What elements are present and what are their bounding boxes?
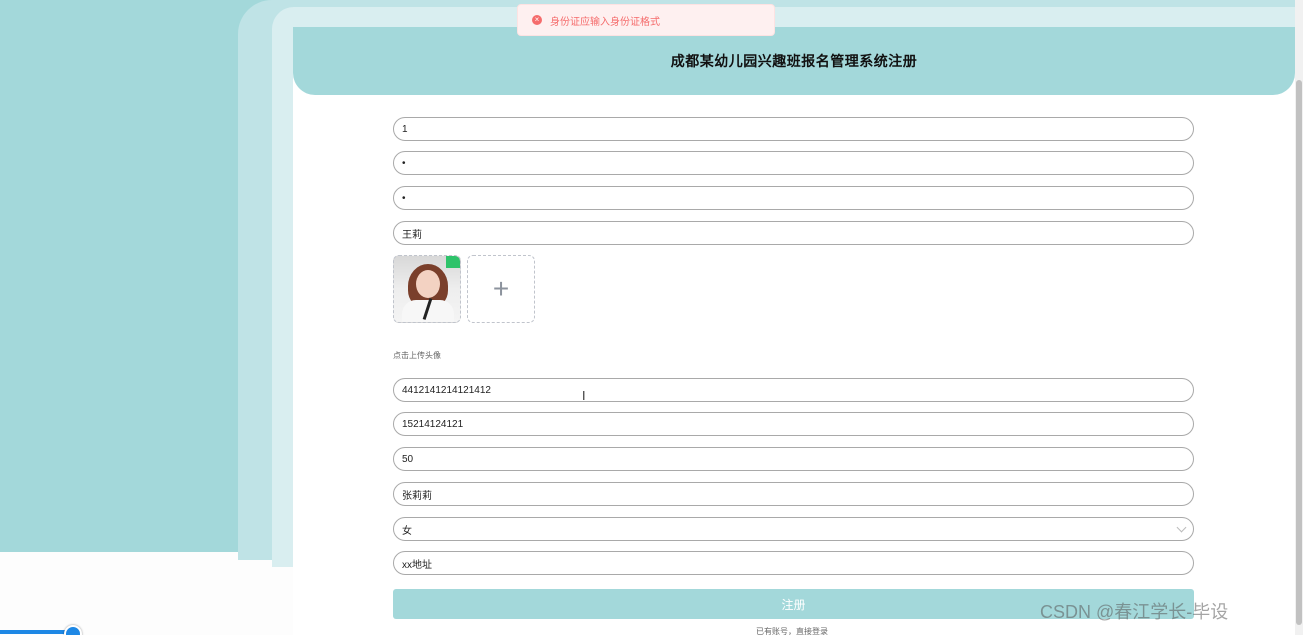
account-value: 1 bbox=[402, 123, 408, 135]
page: 成都某幼儿园兴趣班报名管理系统注册 × 身份证应输入身份证格式 1 • • 王莉… bbox=[0, 0, 1303, 635]
watermark: CSDN @春江学长-毕设 bbox=[1040, 602, 1229, 622]
avatar-bg-accent bbox=[446, 256, 460, 268]
child-name-value: 张莉莉 bbox=[402, 490, 432, 502]
confirm-password-input[interactable]: • bbox=[393, 186, 1194, 210]
toast-message: 身份证应输入身份证格式 bbox=[550, 16, 660, 28]
confirm-password-value: • bbox=[402, 192, 406, 204]
gender-value: 女 bbox=[402, 525, 412, 537]
age-value: 50 bbox=[402, 453, 414, 465]
avatar-face bbox=[416, 270, 440, 298]
login-link[interactable]: 已有账号，直接登录 bbox=[756, 626, 828, 635]
chevron-down-icon bbox=[1176, 522, 1187, 533]
name-value: 王莉 bbox=[402, 229, 422, 241]
address-input[interactable]: xx地址 bbox=[393, 551, 1194, 575]
background-white-area bbox=[0, 552, 300, 635]
child-name-input[interactable]: 张莉莉 bbox=[393, 482, 1194, 506]
register-header: 成都某幼儿园兴趣班报名管理系统注册 bbox=[293, 27, 1295, 95]
address-value: xx地址 bbox=[402, 559, 432, 571]
id-card-input[interactable]: 4412141214121412 bbox=[393, 378, 1194, 402]
id-card-value: 4412141214121412 bbox=[402, 384, 491, 396]
age-input[interactable]: 50 bbox=[393, 447, 1194, 471]
text-cursor-icon: I bbox=[582, 389, 586, 403]
scrollbar-thumb[interactable] bbox=[1296, 80, 1302, 625]
plus-icon: + bbox=[492, 273, 510, 304]
password-input[interactable]: • bbox=[393, 151, 1194, 175]
left-slider-track[interactable] bbox=[0, 630, 72, 634]
avatar-upload-hint: 点击上传头像 bbox=[393, 351, 441, 360]
page-title: 成都某幼儿园兴趣班报名管理系统注册 bbox=[670, 53, 918, 69]
error-toast: × 身份证应输入身份证格式 bbox=[517, 4, 775, 36]
avatar-preview[interactable] bbox=[393, 255, 461, 323]
phone-value: 15214124121 bbox=[402, 418, 464, 430]
password-value: • bbox=[402, 157, 406, 169]
register-button-label: 注册 bbox=[781, 597, 806, 612]
scrollbar[interactable] bbox=[1295, 0, 1303, 635]
account-input[interactable]: 1 bbox=[393, 117, 1194, 141]
error-circle-icon: × bbox=[532, 15, 542, 25]
name-input[interactable]: 王莉 bbox=[393, 221, 1194, 245]
phone-input[interactable]: 15214124121 bbox=[393, 412, 1194, 436]
avatar-upload-button[interactable]: + bbox=[467, 255, 535, 323]
gender-select[interactable]: 女 bbox=[393, 517, 1194, 541]
